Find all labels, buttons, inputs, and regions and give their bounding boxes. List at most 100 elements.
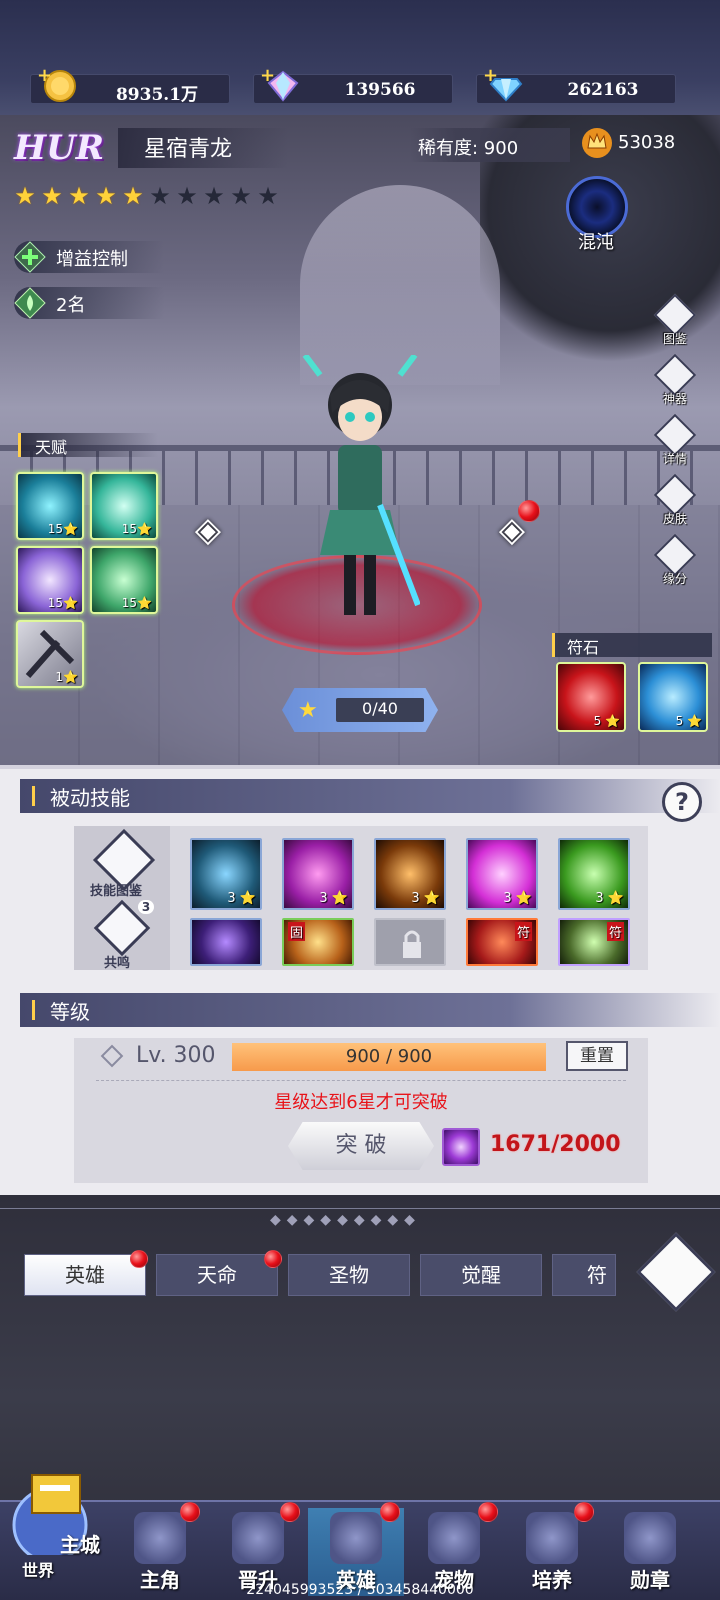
medal-icon xyxy=(624,1512,676,1564)
skill-level: 3 ⭐ xyxy=(319,891,348,906)
passive-skill-3[interactable]: 3 ⭐ xyxy=(374,838,446,910)
resonance-label: 共鸣 xyxy=(104,956,131,971)
skill-level: 3 ⭐ xyxy=(595,891,624,906)
gem-counter[interactable]: + 139566 xyxy=(253,65,453,104)
tab-destiny[interactable]: 天命 xyxy=(156,1254,278,1296)
skill-badge: 固 xyxy=(288,922,306,941)
star-filled-icon: ★ xyxy=(14,182,36,210)
talent-tag: 天赋 xyxy=(18,433,158,457)
material-count: 1671/2000 xyxy=(490,1132,621,1157)
level-title: 等级 xyxy=(50,1000,90,1024)
crown-icon xyxy=(580,126,614,160)
add-diamond-icon[interactable]: + xyxy=(483,65,498,86)
passive-skill-7[interactable]: 固 xyxy=(282,918,354,966)
prev-hero-arrow-icon[interactable]: ◈ xyxy=(188,508,228,552)
star-empty-icon: ★ xyxy=(149,182,171,210)
star-empty-icon: ★ xyxy=(176,182,198,210)
skill-level: 3 ⭐ xyxy=(503,891,532,906)
knight-helm-icon xyxy=(330,1512,382,1564)
star-empty-icon: ★ xyxy=(203,182,225,210)
diamond-counter[interactable]: + 262163 xyxy=(476,65,676,104)
talent-slot-3[interactable]: 15⭐ xyxy=(16,546,84,614)
hero-grade: HUR xyxy=(14,128,105,168)
star-up-icon: ★ xyxy=(298,698,318,723)
passive-skill-2[interactable]: 3 ⭐ xyxy=(282,838,354,910)
star-filled-icon: ★ xyxy=(41,182,63,210)
locked-skill-slot[interactable] xyxy=(374,918,446,966)
leaf-icon xyxy=(14,287,46,319)
hero-name: 星宿青龙 xyxy=(144,137,233,162)
level-progress-bar: 900 / 900 xyxy=(232,1043,546,1071)
notification-dot xyxy=(180,1502,200,1522)
world-label: 世界 xyxy=(22,1561,55,1580)
reset-button[interactable]: 重置 xyxy=(566,1041,628,1071)
side-button-label: 图鉴 xyxy=(662,332,687,346)
rune-slot-2[interactable]: 5 ⭐ xyxy=(638,662,708,732)
star-exp-bar[interactable]: ★ 0/40 xyxy=(282,688,438,732)
side-button-codex[interactable]: 图鉴 xyxy=(652,293,698,352)
star-compass-icon xyxy=(526,1512,578,1564)
help-icon[interactable]: ? xyxy=(662,782,702,822)
side-button-artifact[interactable]: 神器 xyxy=(652,353,698,412)
talent-slot-1[interactable]: 15⭐ xyxy=(16,472,84,540)
passive-skill-header: 被动技能 xyxy=(20,779,720,813)
divider xyxy=(96,1080,626,1081)
lock-icon xyxy=(403,930,421,958)
helmet-icon xyxy=(134,1512,186,1564)
tab-hero[interactable]: 英雄 xyxy=(24,1254,146,1296)
tab-awaken[interactable]: 觉醒 xyxy=(420,1254,542,1296)
currency-bar: + 8935.1万 + 139566 + 262163 xyxy=(0,0,720,115)
passive-skill-8[interactable]: 符 xyxy=(466,918,538,966)
main-city-button[interactable]: 主城 世界 xyxy=(10,1455,110,1585)
beast-icon xyxy=(428,1512,480,1564)
diamond-value: 262163 xyxy=(567,80,639,100)
side-button-skin[interactable]: 皮肤 xyxy=(652,473,698,532)
rank-badge[interactable]: 2名 xyxy=(14,287,164,319)
skill-level: 3 ⭐ xyxy=(411,891,440,906)
tab-rune[interactable]: 符文 xyxy=(552,1254,616,1296)
breakthrough-button[interactable]: 突 破 xyxy=(288,1122,434,1170)
talent-slot-4[interactable]: 15⭐ xyxy=(90,546,158,614)
add-gold-icon[interactable]: + xyxy=(37,65,52,86)
element-label: 混沌 xyxy=(578,232,614,253)
talent-slot-2[interactable]: 15⭐ xyxy=(90,472,158,540)
star-empty-icon: ★ xyxy=(230,182,252,210)
passive-skill-6[interactable] xyxy=(190,918,262,966)
skill-badge: 符 xyxy=(606,922,624,941)
talent-level: 1⭐ xyxy=(55,670,78,684)
notification-dot xyxy=(574,1502,594,1522)
star-rating: ★ ★ ★ ★ ★ ★ ★ ★ ★ ★ xyxy=(12,183,281,209)
passive-skill-9[interactable]: 符 xyxy=(558,918,630,966)
notification-dot xyxy=(264,1250,282,1268)
exp-text: 0/40 xyxy=(362,699,398,718)
passive-skill-4[interactable]: 3 ⭐ xyxy=(466,838,538,910)
star-filled-icon: ★ xyxy=(68,182,90,210)
side-button-details[interactable]: 详情 xyxy=(652,413,698,472)
talent-level: 15⭐ xyxy=(47,522,78,536)
resonance-count: 3 xyxy=(138,900,154,914)
rune-level: 5 ⭐ xyxy=(675,714,702,728)
plus-cross-icon xyxy=(14,241,46,273)
rune-slot-1[interactable]: 5 ⭐ xyxy=(556,662,626,732)
side-button-bond[interactable]: 缘分 xyxy=(652,533,698,592)
divider xyxy=(0,1208,720,1209)
level-header: 等级 xyxy=(20,993,720,1027)
passive-skill-5[interactable]: 3 ⭐ xyxy=(558,838,630,910)
skill-codex-label: 技能图鉴 xyxy=(90,884,143,899)
rune-tag: 符石 xyxy=(552,633,712,657)
passive-skill-1[interactable]: 3 ⭐ xyxy=(190,838,262,910)
hero-character[interactable] xyxy=(300,353,421,635)
gold-counter[interactable]: + 8935.1万 xyxy=(30,65,230,105)
talent-slot-5[interactable]: 1⭐ xyxy=(16,620,84,688)
rune-label: 符石 xyxy=(567,638,600,657)
rune-level: 5 ⭐ xyxy=(593,714,620,728)
add-gem-icon[interactable]: + xyxy=(260,65,275,86)
star-empty-icon: ★ xyxy=(257,182,279,210)
tab-relic[interactable]: 圣物 xyxy=(288,1254,410,1296)
role-badge[interactable]: 增益控制 xyxy=(14,241,164,273)
side-button-label: 皮肤 xyxy=(662,512,687,526)
breakthrough-warning: 星级达到6星才可突破 xyxy=(274,1092,448,1113)
purple-orb-icon xyxy=(442,1128,480,1166)
talent-level: 15⭐ xyxy=(47,596,78,610)
rank-label: 2名 xyxy=(56,295,86,316)
